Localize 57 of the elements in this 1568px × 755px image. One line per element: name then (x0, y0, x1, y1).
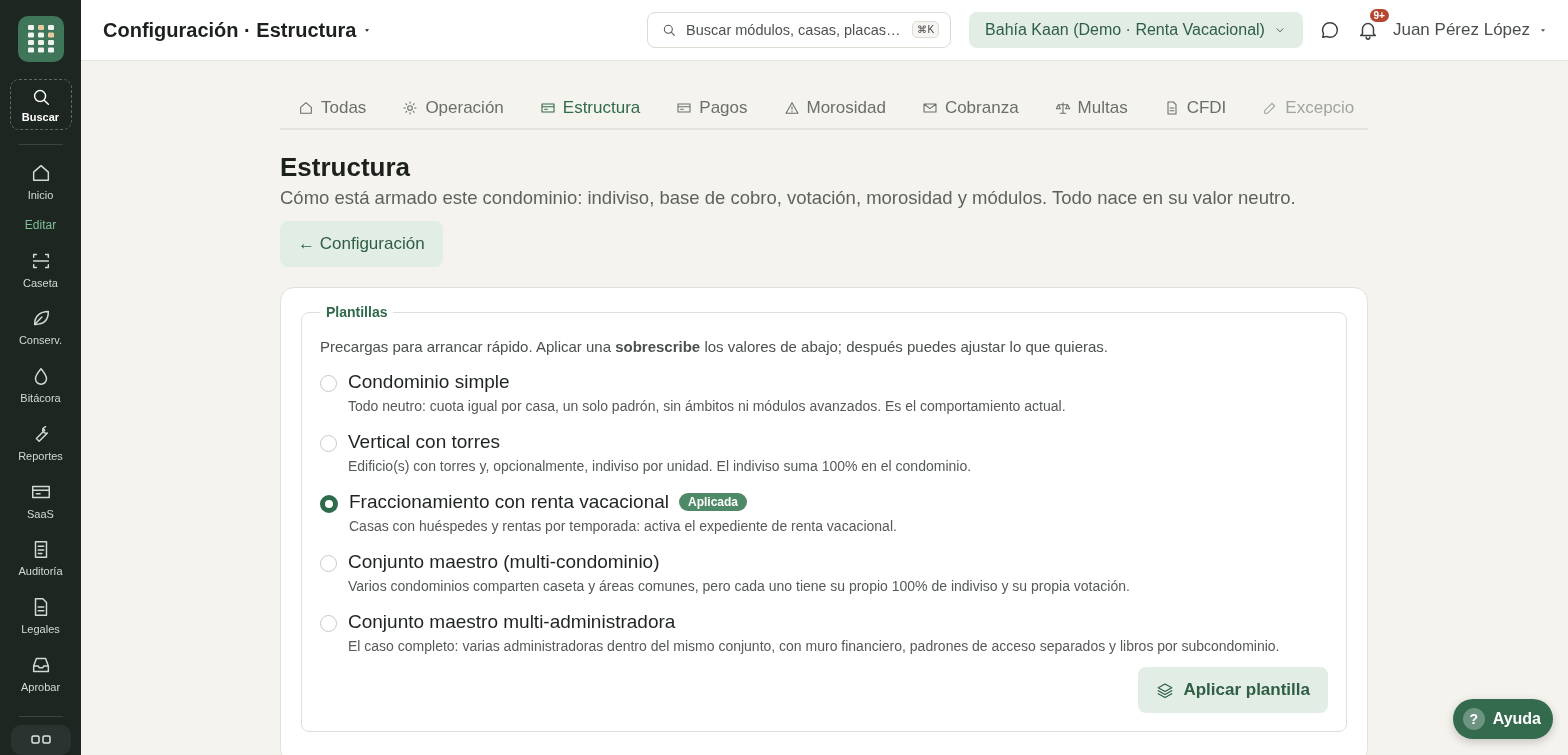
back-button[interactable]: ← Configuración (280, 221, 443, 267)
option-description: Casas con huéspedes y rentas por temporada: activa el expediente de renta vacacional. (349, 518, 897, 534)
page-title-menu[interactable]: Configuración · Estructura (103, 18, 373, 42)
option-title: Conjunto maestro (multi-condominio) (348, 551, 660, 573)
panel-legend: Plantillas (320, 304, 394, 320)
option-title: Vertical con torres (348, 431, 501, 453)
option-title: Fraccionamiento con renta vacacional (349, 491, 669, 513)
radio-button[interactable] (320, 495, 338, 513)
apps-toggle[interactable] (10, 725, 71, 755)
nav-item[interactable]: Auditoría (5, 528, 76, 587)
home-icon (298, 100, 314, 116)
mail-icon (921, 100, 938, 116)
shortcut-hint: ⌘K (912, 21, 940, 38)
layers-icon (1156, 681, 1175, 699)
help-button[interactable]: ? Ayuda (1452, 699, 1553, 739)
nav-item[interactable]: Reportes (5, 413, 76, 472)
user-menu[interactable]: Juan Pérez López (1392, 20, 1548, 40)
tab[interactable]: Pagos (658, 98, 766, 128)
nav-item[interactable]: Caseta (5, 240, 76, 298)
tab[interactable]: Morosidad (765, 98, 904, 128)
tab[interactable]: Multas (1036, 98, 1146, 128)
notification-count: 9+ (1369, 9, 1389, 22)
panel-description: Precargas para arrancar rápido. Aplicar una sobrescribe los valores de abajo; después puedes ajustar lo que quieras. (320, 338, 1109, 355)
notifications-button[interactable]: 9+ (1356, 9, 1389, 41)
option-description: El caso completo: varias administradoras dentro del mismo conjunto, con muro financiero, padrones de acceso separados y libros por subcondominio. (348, 638, 1280, 654)
option-title: Condominio simple (348, 371, 510, 393)
scale-icon (1054, 100, 1071, 116)
apply-button[interactable]: Aplicar plantilla (1138, 667, 1328, 713)
nav-item[interactable]: Inicio (5, 152, 76, 211)
tab[interactable]: Operación (384, 98, 522, 128)
option-description: Varios condominios comparten caseta y áreas comunes, pero cada uno tiene su propio 100% de indiviso y su propia votación. (348, 578, 1130, 594)
option-description: Edificio(s) con torres y, opcionalmente, indiviso por unidad. El indiviso suma 100% en el condominio. (348, 458, 972, 474)
nav-item[interactable]: SaaS (5, 471, 76, 529)
search-nav-button[interactable]: Buscar (9, 78, 72, 130)
card-icon (676, 100, 693, 116)
squares-icon (30, 735, 51, 746)
question-icon: ? (1462, 708, 1485, 730)
app-logo[interactable] (17, 16, 64, 62)
nav-item[interactable]: Bitácora (5, 355, 76, 414)
nav-item[interactable]: Legales (5, 586, 76, 645)
section-heading: Estructura (280, 152, 411, 183)
option-title: Conjunto maestro multi-administradora (348, 611, 676, 633)
warn-icon (783, 100, 800, 116)
card-icon (539, 100, 556, 116)
section-description: Cómo está armado este condominio: indiviso, base de cobro, votación, morosidad y módulos. Todo nace en su valor neutro. (280, 187, 1296, 209)
grid-icon (25, 23, 56, 54)
tab[interactable]: Estructura (521, 98, 659, 128)
nav-item[interactable]: Conserv. (5, 297, 76, 356)
option-description: Todo neutro: cuota igual por casa, un solo padrón, sin ámbitos ni módulos avanzados. Es el comportamiento actual. (348, 398, 1066, 414)
organization-selector[interactable]: Bahía Kaan (Demo · Renta Vacacional) (969, 12, 1303, 48)
sun-icon (402, 100, 419, 116)
section-label: Editar (24, 217, 57, 235)
status-badge: Aplicada (679, 493, 748, 511)
tab[interactable]: Cobranza (903, 98, 1037, 128)
nav-item[interactable]: Aprobar (5, 644, 76, 703)
tab[interactable]: CFDI (1145, 98, 1245, 128)
tab[interactable]: Todas (280, 98, 385, 128)
